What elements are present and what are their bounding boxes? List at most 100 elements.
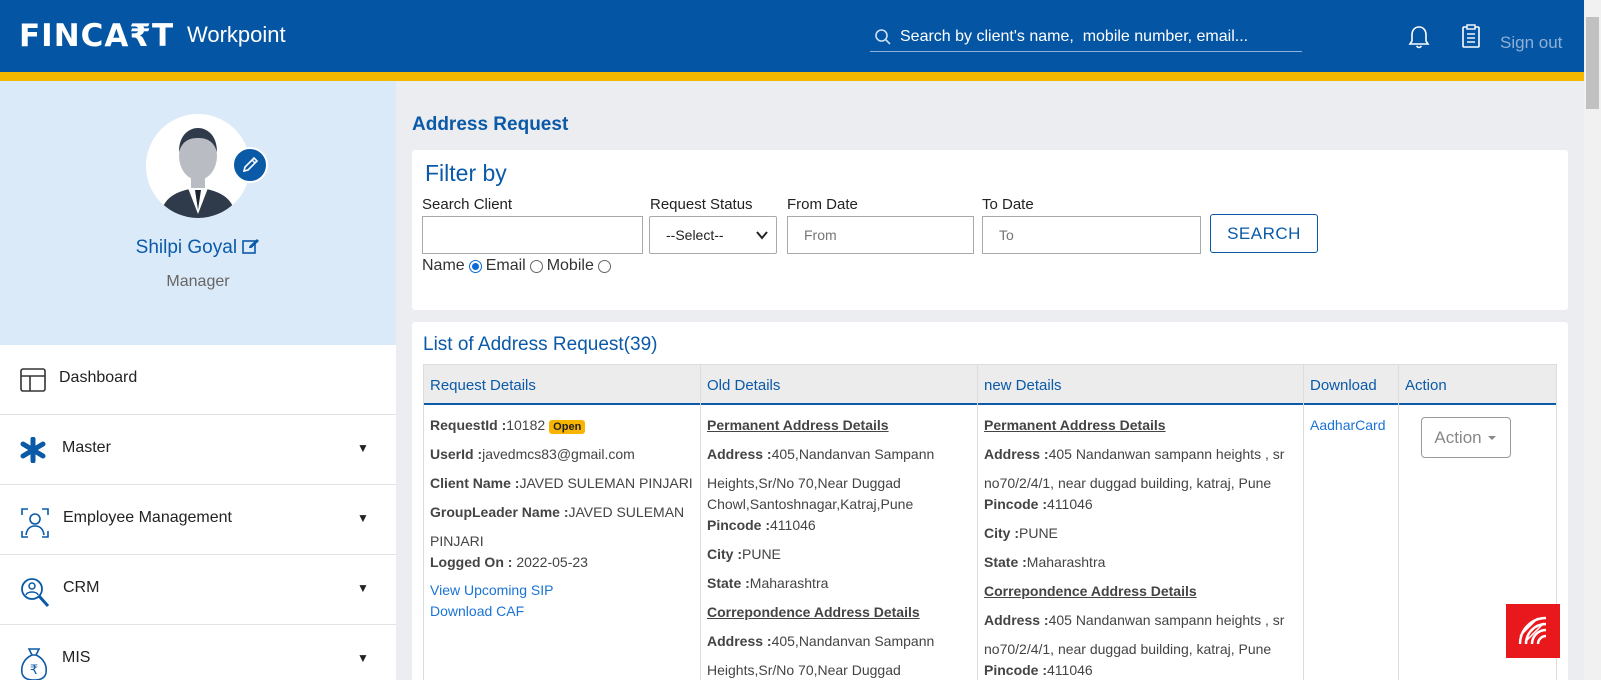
caret-down-icon: ▼: [357, 581, 369, 595]
download-caf-link[interactable]: Download CAF: [430, 603, 524, 619]
column-header[interactable]: Request Details: [430, 377, 536, 394]
sidebar-item-label: Master: [62, 439, 111, 456]
page-title: Address Request: [412, 114, 569, 135]
sidebar-item-dashboard[interactable]: Dashboard: [0, 345, 396, 415]
action-dropdown-button[interactable]: Action: [1421, 417, 1511, 458]
top-header: FINCA₹T Workpoint Sign out: [0, 0, 1584, 72]
list-title: List of Address Request(39): [423, 334, 658, 355]
old-corr-address-row: Address :405,Nandanvan Sampann: [707, 633, 934, 649]
field-label: Address :: [707, 633, 772, 649]
new-corr-pincode: 411046: [1047, 662, 1093, 678]
signal-icon: [1518, 616, 1547, 645]
field-label: RequestId :: [430, 417, 507, 433]
search-client-input[interactable]: [422, 216, 643, 254]
profile-name-text: Shilpi Goyal: [135, 237, 238, 258]
pencil-icon: [242, 156, 259, 173]
sidebar-item-mis[interactable]: ₹ MIS ▼: [0, 625, 396, 680]
new-pincode-row: Pincode :411046: [984, 496, 1093, 512]
clipboard-icon[interactable]: [1461, 23, 1481, 49]
table-header: Request Details Old Details new Details …: [424, 365, 1556, 405]
svg-text:₹: ₹: [30, 663, 38, 678]
column-header[interactable]: Old Details: [707, 377, 780, 394]
old-pincode: 411046: [770, 517, 816, 533]
search-button[interactable]: SEARCH: [1210, 214, 1318, 253]
logged-on: 2022-05-23: [512, 554, 588, 570]
sidebar-item-employee-management[interactable]: Employee Management ▼: [0, 485, 396, 555]
new-correspondence-heading: Correpondence Address Details: [984, 583, 1197, 599]
support-widget-button[interactable]: [1506, 604, 1560, 658]
old-permanent-heading: Permanent Address Details: [707, 417, 889, 433]
sidebar-item-label: Employee Management: [63, 509, 232, 526]
request-table: Request Details Old Details new Details …: [423, 364, 1557, 680]
column-header[interactable]: Download: [1310, 377, 1377, 394]
to-date-input[interactable]: [982, 216, 1201, 254]
search-icon: [875, 28, 891, 45]
old-state: Maharashtra: [749, 575, 829, 591]
old-address: 405,Nandanvan Sampann: [771, 446, 935, 462]
profile-panel: Shilpi Goyal Manager: [0, 81, 396, 345]
field-label: Pincode :: [984, 662, 1048, 678]
employee-icon: [21, 508, 49, 538]
header-stripe: [0, 72, 1584, 81]
new-city-row: City :PUNE: [984, 525, 1058, 541]
old-corr-address-line: Heights,Sr/No 70,Near Duggad: [707, 662, 901, 678]
sign-out-link[interactable]: Sign out: [1500, 33, 1562, 53]
to-date-label: To Date: [982, 196, 1034, 213]
caret-down-icon: ▼: [357, 651, 369, 665]
group-leader: JAVED SULEMAN: [568, 504, 685, 520]
column-divider: [1303, 365, 1304, 680]
column-header[interactable]: new Details: [984, 377, 1062, 394]
new-corr-address-line: no70/2/4/1, near duggad building, katraj…: [984, 641, 1272, 657]
new-address-line: no70/2/4/1, near duggad building, katraj…: [984, 475, 1272, 491]
old-correspondence-heading: Correpondence Address Details: [707, 604, 920, 620]
edit-icon[interactable]: [242, 238, 260, 254]
old-address-row: Address :405,Nandanvan Sampann: [707, 446, 934, 462]
old-address-line: Heights,Sr/No 70,Near Duggad: [707, 475, 901, 491]
request-status-select[interactable]: --Select--: [649, 216, 777, 254]
global-search-input[interactable]: [900, 27, 1290, 46]
profile-role: Manager: [166, 273, 230, 290]
page-scrollbar[interactable]: [1584, 0, 1601, 680]
request-status-value: --Select--: [666, 227, 724, 243]
old-corr-address: 405,Nandanvan Sampann: [771, 633, 935, 649]
profile-name[interactable]: Shilpi Goyal: [0, 237, 396, 259]
client-name-row: Client Name :JAVED SULEMAN PINJARI: [430, 475, 693, 491]
logo[interactable]: FINCA₹T: [19, 18, 174, 54]
from-date-input[interactable]: [787, 216, 974, 254]
old-state-row: State :Maharashtra: [707, 575, 828, 591]
radio-name[interactable]: [468, 259, 482, 273]
column-divider: [700, 365, 701, 680]
field-label: State :: [984, 554, 1027, 570]
new-corr-pincode-row: Pincode :411046: [984, 662, 1093, 678]
logo-subtitle: Workpoint: [187, 22, 286, 47]
field-label: City :: [707, 546, 742, 562]
bell-icon[interactable]: [1407, 24, 1431, 50]
radio-email[interactable]: [529, 259, 543, 273]
sidebar-item-label: CRM: [63, 579, 100, 596]
action-button-label: Action: [1434, 427, 1482, 447]
scrollbar-thumb[interactable]: [1586, 17, 1599, 109]
new-corr-address: 405 Nandanwan sampann heights , sr: [1048, 612, 1285, 628]
column-header[interactable]: Action: [1405, 377, 1447, 394]
client-name: JAVED SULEMAN PINJARI: [519, 475, 693, 491]
radio-mobile[interactable]: [597, 259, 611, 273]
new-state: Maharashtra: [1026, 554, 1106, 570]
sidebar-item-crm[interactable]: CRM ▼: [0, 555, 396, 625]
old-city-row: City :PUNE: [707, 546, 781, 562]
global-search[interactable]: [870, 22, 1302, 52]
edit-profile-button[interactable]: [232, 147, 268, 183]
request-id-row: RequestId :10182 Open: [430, 417, 586, 434]
view-upcoming-sip-link[interactable]: View Upcoming SIP: [430, 582, 553, 598]
new-address-row: Address :405 Nandanwan sampann heights ,…: [984, 446, 1284, 462]
field-label: GroupLeader Name :: [430, 504, 569, 520]
sidebar-item-master[interactable]: Master ▼: [0, 415, 396, 485]
field-label: UserId :: [430, 446, 483, 462]
group-leader-cont: PINJARI: [430, 533, 484, 549]
aadhar-card-link[interactable]: AadharCard: [1310, 417, 1386, 433]
new-address: 405 Nandanwan sampann heights , sr: [1048, 446, 1285, 462]
new-pincode: 411046: [1047, 496, 1093, 512]
column-divider: [1398, 365, 1399, 680]
search-client-label: Search Client: [422, 196, 513, 213]
sidebar-item-label: MIS: [62, 649, 91, 666]
filter-title: Filter by: [425, 160, 507, 186]
